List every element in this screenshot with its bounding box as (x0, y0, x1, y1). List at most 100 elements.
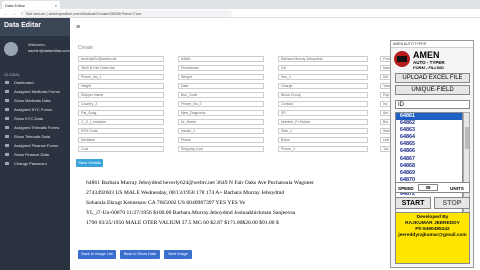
form-input[interactable]: Bxton (278, 137, 368, 143)
form-input[interactable]: Cost (78, 146, 164, 152)
form-input[interactable]: Weight (178, 74, 264, 80)
sidebar-item-show-medicals[interactable]: Show Medicals Data (0, 96, 70, 105)
unique-field-button[interactable]: UNIQUE-FIELD (395, 85, 470, 95)
id-list-item[interactable]: 64865 (396, 141, 462, 148)
sidebar-item-assigned-finance[interactable]: Assigned Finance Forms (0, 141, 70, 150)
record-line: YL_i7-Un-60670 11/27/1956 $100.00 Barbar… (86, 210, 296, 216)
form-input[interactable]: Pat_Suag (78, 110, 164, 116)
sidebar: Data Editar Welcome, sachin@dataeditar.c… (0, 18, 70, 270)
sidebar-item-show-kyc[interactable]: Show KYC Data (0, 114, 70, 123)
avatar (4, 42, 18, 56)
sidebar-item-label: Assigned Finance Forms (14, 143, 59, 148)
id-list-item[interactable]: 64862 (396, 120, 462, 127)
form-input[interactable]: C_O_I_Indictom (78, 119, 164, 125)
speed-input[interactable]: 35 (418, 184, 438, 191)
credits-email: jeereddyrajkumar@gmail.com (398, 233, 467, 238)
record-line: 64861 Barbara Murray Jeboydmd beverly624… (86, 180, 314, 186)
form-input[interactable]: Phone_No_2 (178, 101, 264, 107)
tab-title: Data Editar (5, 3, 26, 8)
back-to-show-data-button[interactable]: Back to Show Data (120, 250, 160, 259)
form-input[interactable]: Dr_Name (178, 119, 264, 125)
form-input[interactable]: Insulin_1 (178, 128, 264, 134)
form-input[interactable]: STM Code (78, 128, 164, 134)
dashboard-icon (5, 81, 9, 84)
close-tab-icon[interactable]: × (55, 3, 57, 8)
sidebar-item-label: Show Finance Data (14, 152, 49, 157)
form-input[interactable]: Phone_No_1 (78, 74, 164, 80)
sidebar-section-label: GLOBAL (4, 72, 21, 77)
form-input[interactable]: Phone_2 (278, 146, 368, 152)
data-icon (5, 99, 9, 102)
menu-icon[interactable]: ≡ (76, 24, 80, 31)
form-input[interactable]: Phone (178, 137, 264, 143)
form-input[interactable]: 64861 (178, 56, 264, 62)
id-list-item[interactable]: 64864 (396, 134, 462, 141)
form-heading: Create (78, 45, 94, 51)
form-input[interactable]: Medicine (78, 137, 164, 143)
form-input[interactable]: Pnchatoula (178, 65, 264, 71)
id-list-item[interactable]: 64863 (396, 127, 462, 134)
sidebar-item-show-finance[interactable]: Show Finance Data (0, 150, 70, 159)
save-details-button[interactable]: Save Details (76, 159, 103, 167)
user-email: sachin@dataeditar.com (28, 48, 70, 53)
lock-icon (5, 162, 9, 165)
sidebar-item-assigned-kyc[interactable]: Assigned KYC Forms (0, 105, 70, 114)
form-input[interactable]: SS (278, 110, 368, 116)
unique-field-select[interactable]: ID (395, 100, 470, 109)
amen-logo-icon (394, 51, 410, 67)
tool-window-title: AMEN AUTO TYPER (391, 41, 473, 48)
id-list-item[interactable]: 64868 (396, 163, 462, 170)
form-icon (5, 126, 9, 129)
scrollbar-thumb[interactable] (465, 127, 469, 149)
id-list-item[interactable]: 64869 (396, 170, 462, 177)
start-button[interactable]: START (395, 197, 431, 209)
record-line: Soharala Ekragt Kennesaw CA 7665002 US 6… (86, 200, 245, 206)
form-input[interactable]: Height (78, 83, 164, 89)
address-bar: ← → ⟳ Not secure | autotapeditar.com/Med… (0, 9, 480, 18)
next-image-button[interactable]: Next Image (164, 250, 192, 259)
data-icon (5, 117, 9, 120)
app-title: Data Editar (0, 18, 70, 36)
form-input[interactable]: Shipper Name (78, 92, 164, 98)
form-icon (5, 90, 9, 93)
sidebar-item-label: Assigned Medicals Forms (14, 89, 60, 94)
form-input[interactable]: Country_2 (78, 101, 164, 107)
form-input[interactable]: Aten_Diagnosis (178, 110, 264, 116)
form-input[interactable]: Number_Pr Holder (278, 119, 368, 125)
form-input[interactable]: GA (278, 65, 368, 71)
browser-tab-bar: Data Editar × (0, 0, 480, 9)
tool-subtag: FORM - FILLING (413, 65, 444, 70)
form-input[interactable]: beverly624@webtv.net (78, 56, 164, 62)
url-field[interactable]: Not secure | autotapeditar.com/Medical/C… (22, 10, 232, 17)
typing-hands-icon (397, 56, 407, 62)
browser-tab[interactable]: Data Editar × (2, 1, 60, 9)
id-list-item[interactable]: 64867 (396, 156, 462, 163)
form-input[interactable]: Bus_Code (178, 92, 264, 98)
data-icon (5, 153, 9, 156)
form-icon (5, 108, 9, 111)
form-input[interactable]: Shipping Cost (178, 146, 264, 152)
id-list-item[interactable]: 64866 (396, 148, 462, 155)
stop-button[interactable]: STOP (434, 197, 470, 209)
form-input[interactable]: Date (178, 83, 264, 89)
id-list-item[interactable]: 64861 (396, 113, 462, 121)
form-input[interactable]: Blood Group (278, 92, 368, 98)
upload-excel-button[interactable]: UPLOAD EXCEL FILE (395, 73, 470, 83)
form-input[interactable]: Barbara Murray Jeboydmd (278, 56, 368, 62)
form-input[interactable]: 3649 N Fair Oaks Ave (78, 65, 164, 71)
form-input[interactable]: Charge (278, 83, 368, 89)
units-label: UNITS (450, 186, 464, 191)
sidebar-item-dashboard[interactable]: Dashboard (0, 78, 70, 87)
sidebar-nav: Dashboard Assigned Medicals Forms Show M… (0, 78, 70, 168)
form-input[interactable]: Sex_1 (278, 74, 368, 80)
sidebar-item-change-password[interactable]: Change Password (0, 159, 70, 168)
sidebar-item-label: Assigned Telecalls Forms (14, 125, 60, 130)
sidebar-item-assigned-medicals[interactable]: Assigned Medicals Forms (0, 87, 70, 96)
sidebar-item-assigned-telecalls[interactable]: Assigned Telecalls Forms (0, 123, 70, 132)
form-icon (5, 144, 9, 147)
back-to-image-list-button[interactable]: Back to Image List (78, 250, 116, 259)
speed-label: SPEED (398, 186, 414, 191)
sidebar-item-show-telecalls[interactable]: Show Telecalls Data (0, 132, 70, 141)
form-input[interactable]: Stan_1 (278, 128, 368, 134)
form-input[interactable]: Contact (278, 101, 368, 107)
